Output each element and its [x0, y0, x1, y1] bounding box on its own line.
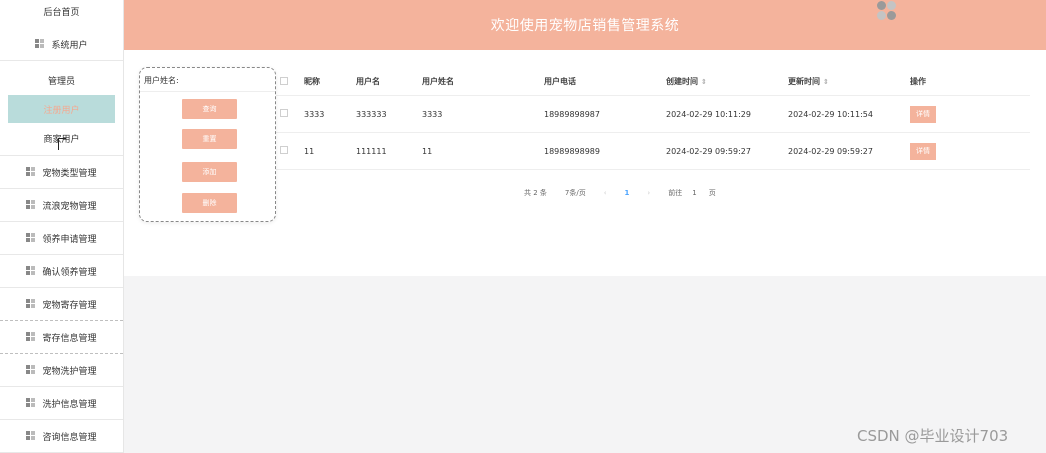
sidebar-subitem-registered-users[interactable]: 注册用户 — [8, 95, 115, 123]
grid-icon — [35, 39, 45, 49]
sidebar-item-adoption-apply[interactable]: 领养申请管理 — [0, 222, 123, 255]
sidebar-item-label: 洗护信息管理 — [42, 399, 97, 410]
header-nickname: 昵称 — [304, 77, 320, 86]
sidebar-item-adoption-confirm[interactable]: 确认领养管理 — [0, 255, 123, 288]
pagination-total: 共 2 条 — [524, 189, 547, 197]
sidebar-item-system-users[interactable]: 系统用户 — [0, 28, 123, 61]
sidebar: 后台首页 系统用户 管理员 注册用户 商家用户 宠物类型管理 流浪宠物管理 领养… — [0, 0, 124, 453]
sidebar-item-grooming-info[interactable]: 洗护信息管理 — [0, 387, 123, 420]
header-updated[interactable]: 更新时间 ⇕ — [788, 76, 910, 87]
cell-created: 2024-02-29 10:11:29 — [666, 109, 751, 119]
table-row: 3333 333333 3333 18989898987 2024-02-29 … — [274, 96, 1030, 133]
sidebar-item-label: 宠物寄存管理 — [42, 300, 97, 311]
row-checkbox[interactable] — [280, 109, 288, 117]
header-created[interactable]: 创建时间 ⇕ — [666, 76, 788, 87]
sidebar-item-pet-type[interactable]: 宠物类型管理 — [0, 156, 123, 189]
sidebar-item-pet-grooming[interactable]: 宠物洗护管理 — [0, 354, 123, 387]
pagination-page-size[interactable]: 7条/页 — [565, 188, 586, 198]
mouse-cursor-icon — [58, 138, 66, 150]
header-phone: 用户电话 — [544, 77, 576, 86]
cell-updated: 2024-02-29 09:59:27 — [788, 146, 873, 156]
grid-icon — [26, 266, 36, 276]
sidebar-item-boarding-info[interactable]: 寄存信息管理 — [0, 321, 123, 354]
grid-icon — [26, 200, 36, 210]
reset-button[interactable]: 重置 — [182, 129, 237, 149]
cell-username: 333333 — [356, 109, 387, 119]
cell-phone: 18989898987 — [544, 109, 600, 119]
pagination-page-unit: 页 — [708, 189, 716, 197]
avatar-icon[interactable] — [877, 1, 897, 21]
sidebar-item-label: 宠物类型管理 — [42, 168, 97, 179]
search-name-input[interactable] — [140, 91, 275, 92]
cell-name: 11 — [422, 146, 433, 156]
delete-button[interactable]: 删除 — [182, 193, 237, 213]
pagination-current-page[interactable]: 1 — [625, 189, 630, 197]
pagination-goto-input[interactable]: 1 — [692, 189, 696, 197]
sidebar-item-label: 流浪宠物管理 — [42, 201, 97, 212]
sidebar-subitem-admin[interactable]: 管理员 — [0, 65, 123, 95]
pagination-prev-icon[interactable]: ‹ — [604, 189, 607, 197]
select-all-checkbox[interactable] — [280, 76, 288, 85]
sidebar-item-label: 宠物洗护管理 — [42, 366, 97, 377]
page-title: 欢迎使用宠物店销售管理系统 — [490, 18, 680, 34]
grid-icon — [26, 398, 36, 408]
cell-name: 3333 — [422, 109, 443, 119]
cell-created: 2024-02-29 09:59:27 — [666, 146, 751, 156]
search-name-label: 用户姓名: — [144, 76, 179, 85]
sidebar-item-consult-info[interactable]: 咨询信息管理 — [0, 420, 123, 453]
pagination: 共 2 条 7条/页 ‹ 1 › 前往 1 页 — [524, 188, 734, 198]
sidebar-home[interactable]: 后台首页 — [0, 0, 123, 28]
add-button[interactable]: 添加 — [182, 162, 237, 182]
sidebar-item-label: 领养申请管理 — [42, 234, 97, 245]
cell-nickname: 11 — [304, 146, 315, 156]
sidebar-item-pet-boarding[interactable]: 宠物寄存管理 — [0, 288, 123, 321]
grid-icon — [26, 431, 36, 441]
header-actions: 操作 — [910, 77, 926, 86]
sidebar-item-stray-pets[interactable]: 流浪宠物管理 — [0, 189, 123, 222]
grid-icon — [26, 167, 36, 177]
cell-updated: 2024-02-29 10:11:54 — [788, 109, 873, 119]
sidebar-item-label: 寄存信息管理 — [42, 333, 97, 344]
table-header-row: 昵称 用户名 用户姓名 用户电话 创建时间 ⇕ 更新时间 ⇕ 操作 — [274, 68, 1030, 96]
sort-icon[interactable]: ⇕ — [701, 78, 707, 86]
grid-icon — [26, 332, 36, 342]
detail-button[interactable]: 详情 — [910, 142, 936, 160]
pagination-goto-label: 前往 — [668, 189, 683, 197]
header-name: 用户姓名 — [422, 77, 454, 86]
grid-icon — [26, 365, 36, 375]
pagination-next-icon[interactable]: › — [647, 189, 650, 197]
header: 欢迎使用宠物店销售管理系统 — [124, 0, 1046, 50]
grid-icon — [26, 299, 36, 309]
query-button[interactable]: 查询 — [182, 99, 237, 119]
detail-button[interactable]: 详情 — [910, 105, 936, 123]
sidebar-item-label: 咨询信息管理 — [42, 432, 97, 443]
search-panel: 用户姓名: 查询 重置 添加 删除 — [139, 67, 276, 222]
cell-phone: 18989898989 — [544, 146, 600, 156]
grid-icon — [26, 233, 36, 243]
users-table: 昵称 用户名 用户姓名 用户电话 创建时间 ⇕ 更新时间 ⇕ 操作 3333 333… — [274, 68, 1030, 170]
header-username: 用户名 — [356, 77, 380, 86]
table-row: 11 111111 11 18989898989 2024-02-29 09:5… — [274, 133, 1030, 170]
cell-username: 111111 — [356, 146, 387, 156]
sidebar-item-label: 系统用户 — [51, 40, 88, 51]
row-checkbox[interactable] — [280, 146, 288, 154]
sidebar-item-label: 确认领养管理 — [42, 267, 97, 278]
cell-nickname: 3333 — [304, 109, 325, 119]
watermark: CSDN @毕业设计703 — [857, 427, 1009, 445]
sort-icon[interactable]: ⇕ — [823, 78, 829, 86]
